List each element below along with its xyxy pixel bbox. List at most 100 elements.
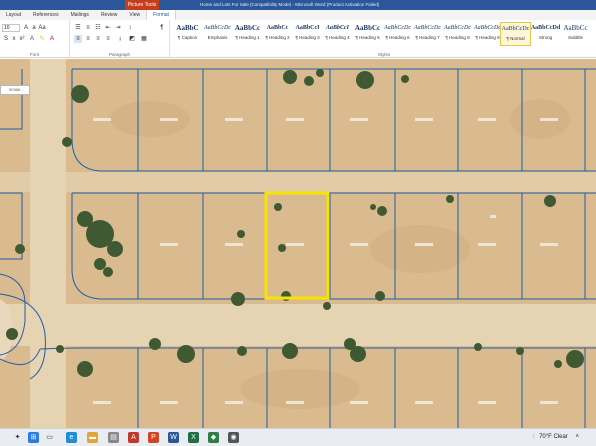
align-left-icon[interactable]: ≡ (74, 35, 82, 43)
road-horizontal-upper (0, 172, 596, 192)
highlight-icon[interactable]: ✎ (38, 35, 46, 43)
style-sample: AaBbCcDc (384, 25, 411, 31)
align-center-icon[interactable]: ≡ (84, 35, 92, 43)
line-spacing-icon[interactable]: ↨ (116, 35, 124, 43)
style-heading-7[interactable]: AaBbCcDc ¶ Heading 7 (412, 22, 443, 46)
style-name: ¶ Heading 9 (475, 35, 500, 40)
taskbar: ✦ ⊞ ▭ e ▬ ▤ A P W X ◆ ◉ ☾ 70°F Clear ˄ (0, 428, 596, 446)
tab-view[interactable]: View (123, 10, 146, 20)
style-name: Strong (538, 35, 553, 40)
task-view-icon[interactable]: ▭ (44, 432, 55, 443)
style-name: ¶ Caption (177, 35, 198, 40)
file-explorer-icon[interactable]: ▬ (87, 432, 98, 443)
style-heading-4[interactable]: AaBbCcI ¶ Heading 4 (322, 22, 353, 46)
font-size-input[interactable]: 10 (2, 24, 20, 32)
widgets-icon[interactable]: ✦ (12, 432, 23, 443)
style-sample: AaBbCcDc (444, 25, 471, 31)
excel-icon[interactable]: X (188, 432, 199, 443)
tab-review[interactable]: Review (95, 10, 123, 20)
style-normal[interactable]: AaBbCcDc ¶ Normal (500, 22, 531, 46)
style-sample: AaBbCcDc (474, 25, 501, 31)
align-right-icon[interactable]: ≡ (94, 35, 102, 43)
chevron-up-icon[interactable]: ˄ (575, 434, 579, 440)
style-sample: AaBbCcDc (204, 25, 231, 31)
paragraph-group-label: Paragraph (108, 52, 130, 57)
style-sample: AaBbCc (354, 24, 381, 32)
style-name: ¶ Heading 5 (355, 35, 380, 40)
tab-format[interactable]: Format (146, 10, 176, 20)
shading-icon[interactable]: ◩ (128, 35, 136, 43)
weather-text: 70°F Clear (539, 434, 568, 440)
multilevel-list-icon[interactable]: ☷ (94, 24, 102, 32)
style-heading-1[interactable]: AaBbCc ¶ Heading 1 (232, 22, 263, 46)
style-heading-2[interactable]: AaBbCc ¶ Heading 2 (262, 22, 293, 46)
word-window: Picture Tools Home and Lots For Sale (Co… (0, 0, 596, 446)
style-sample: AaBbC (176, 24, 199, 32)
road-vertical (30, 59, 66, 428)
shield-icon[interactable]: ◆ (208, 432, 219, 443)
bullets-icon[interactable]: ☰ (74, 24, 82, 32)
style-sample: AaBbCcDc (501, 26, 530, 32)
road-horizontal-lower (0, 304, 596, 346)
style-sample: AaBbCc (234, 24, 261, 32)
ribbon: 10 A a Aa S x x² A ✎ A Font ☰ ≡ ☷ ⇤ ⇥ ↕ … (0, 20, 596, 58)
decrease-indent-icon[interactable]: ⇤ (104, 24, 112, 32)
tab-layout[interactable]: Layout (0, 10, 27, 20)
strikethrough-icon[interactable]: S (2, 35, 10, 43)
style-name: ¶ Heading 8 (445, 35, 470, 40)
style-sample: AaBbCc (266, 25, 289, 31)
style-sample: AaBbCcI (295, 25, 320, 31)
increase-indent-icon[interactable]: ⇥ (114, 24, 122, 32)
tab-references[interactable]: References (27, 10, 65, 20)
borders-icon[interactable]: ▦ (140, 35, 148, 43)
grow-font-icon[interactable]: A (22, 24, 30, 32)
powerpoint-icon[interactable]: P (148, 432, 159, 443)
style-heading-9[interactable]: AaBbCcDc ¶ Heading 9 (472, 22, 503, 46)
style-heading-3[interactable]: AaBbCcI ¶ Heading 3 (292, 22, 323, 46)
ribbon-tabs: Layout References Mailings Review View F… (0, 10, 596, 20)
style-emphasis[interactable]: AaBbCcDc Emphasis (202, 22, 233, 46)
acrobat-icon[interactable]: A (128, 432, 139, 443)
style-name: Subtitle (567, 35, 583, 40)
weather-widget[interactable]: ☾ 70°F Clear ˄ (532, 429, 579, 446)
numbering-icon[interactable]: ≡ (84, 24, 92, 32)
superscript-icon[interactable]: x² (18, 35, 26, 43)
style-name: ¶ Heading 4 (325, 35, 350, 40)
parcel-map-image[interactable] (0, 59, 596, 428)
style-subtitle[interactable]: AaBbCc Subtitle (560, 22, 591, 46)
style-caption[interactable]: AaBbC ¶ Caption (172, 22, 203, 46)
style-strong[interactable]: AaBbCcDd Strong (530, 22, 561, 46)
start-icon[interactable]: ⊞ (28, 432, 39, 443)
sort-icon[interactable]: ↕ (126, 24, 134, 32)
style-sample: AaBbCcI (325, 25, 349, 31)
font-color-icon[interactable]: A (48, 35, 56, 43)
text-effects-icon[interactable]: A (28, 35, 36, 43)
map-popup: 50366... (0, 85, 30, 95)
camera-icon[interactable]: ◉ (228, 432, 239, 443)
style-sample: AaBbCc (563, 24, 588, 32)
app-icon[interactable]: ▤ (108, 432, 119, 443)
justify-icon[interactable]: ≡ (104, 35, 112, 43)
window-title: Home and Lots For Sale (Compatibility Mo… (200, 2, 380, 7)
weather-icon: ☾ (532, 434, 538, 440)
style-name: Emphasis (207, 35, 228, 40)
picture-tools-label: Picture Tools (125, 0, 159, 10)
style-heading-8[interactable]: AaBbCcDc ¶ Heading 8 (442, 22, 473, 46)
change-case-icon[interactable]: Aa (38, 24, 46, 32)
style-name: ¶ Heading 1 (235, 35, 260, 40)
tab-mailings[interactable]: Mailings (65, 10, 95, 20)
edge-icon[interactable]: e (66, 432, 77, 443)
document-area: 50366... (0, 59, 596, 428)
font-group-label: Font (29, 52, 39, 57)
show-formatting-icon[interactable]: ¶ (158, 24, 166, 32)
style-sample: AaBbCcDd (530, 25, 561, 31)
style-name: ¶ Heading 2 (265, 35, 290, 40)
word-icon[interactable]: W (168, 432, 179, 443)
style-sample: AaBbCcDc (414, 25, 441, 31)
subscript-icon[interactable]: x (10, 35, 18, 43)
style-heading-6[interactable]: AaBbCcDc ¶ Heading 6 (382, 22, 413, 46)
style-heading-5[interactable]: AaBbCc ¶ Heading 5 (352, 22, 383, 46)
style-name: ¶ Heading 6 (385, 35, 410, 40)
shrink-font-icon[interactable]: a (30, 24, 38, 32)
paragraph-group: ☰ ≡ ☷ ⇤ ⇥ ↕ ¶ ≡ ≡ ≡ ≡ ↨ ◩ ▦ Paragraph (70, 20, 170, 58)
